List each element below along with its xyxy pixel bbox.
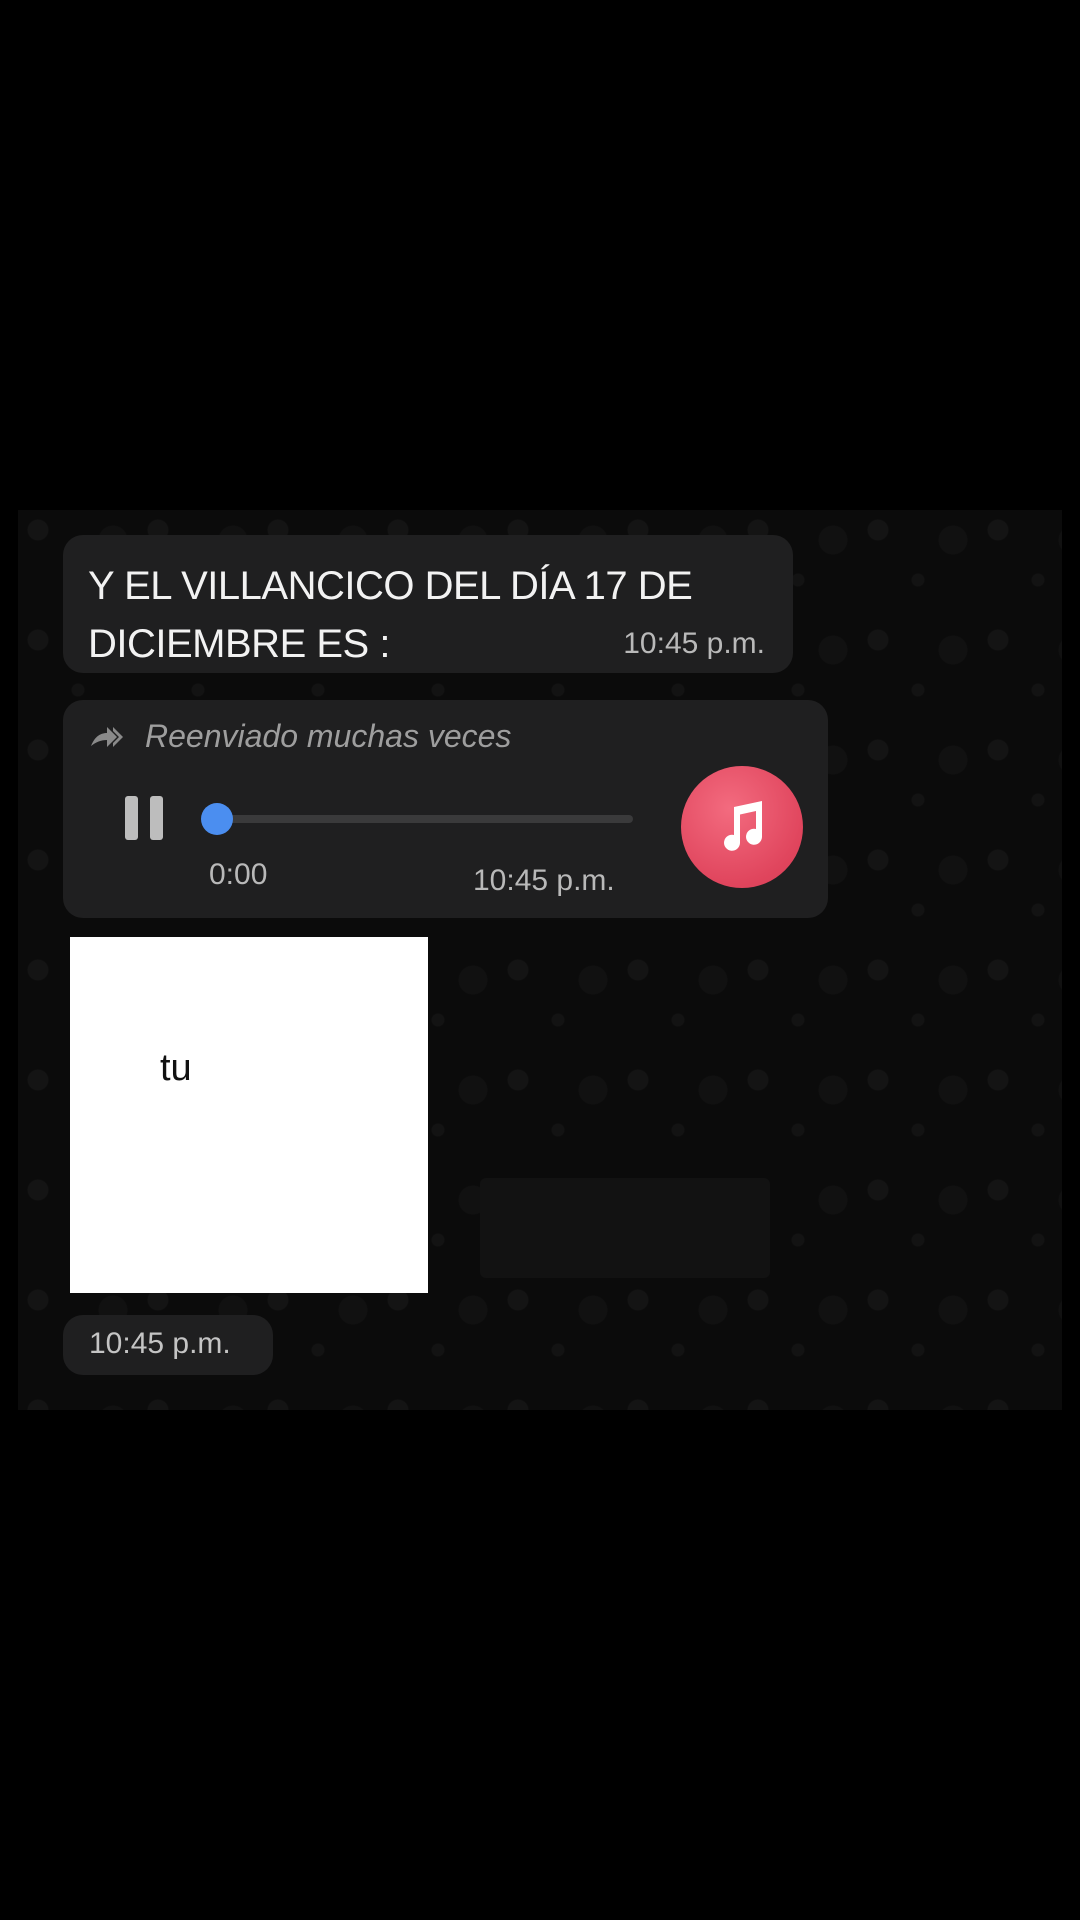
message-timestamp: 10:45 p.m.: [623, 627, 765, 660]
text-message-bubble[interactable]: Y EL VILLANCICO DEL DÍA 17 DE DICIEMBRE …: [63, 535, 793, 673]
redacted-block: [480, 1178, 770, 1278]
chat-area: Y EL VILLANCICO DEL DÍA 17 DE DICIEMBRE …: [18, 510, 1062, 1410]
image-timestamp-bubble: 10:45 p.m.: [63, 1315, 273, 1375]
pause-icon: [125, 796, 138, 840]
forwarded-many-times-icon: [91, 726, 123, 747]
audio-progress-track[interactable]: [213, 815, 633, 823]
pause-button[interactable]: [123, 796, 167, 840]
audio-elapsed-time: 0:00: [209, 858, 268, 891]
music-note-icon: [724, 801, 762, 851]
image-message[interactable]: tu: [70, 937, 428, 1293]
message-timestamp: 10:45 p.m.: [473, 864, 615, 897]
forwarded-label: Reenviado muchas veces: [89, 718, 511, 755]
audio-scrubber-handle[interactable]: [201, 803, 233, 835]
forwarded-text: Reenviado muchas veces: [145, 718, 512, 754]
image-text: tu: [160, 1047, 192, 1089]
audio-message-bubble[interactable]: Reenviado muchas veces 0:00 10:45 p.m.: [63, 700, 828, 918]
message-timestamp: 10:45 p.m.: [89, 1327, 231, 1360]
music-avatar: [681, 766, 803, 888]
